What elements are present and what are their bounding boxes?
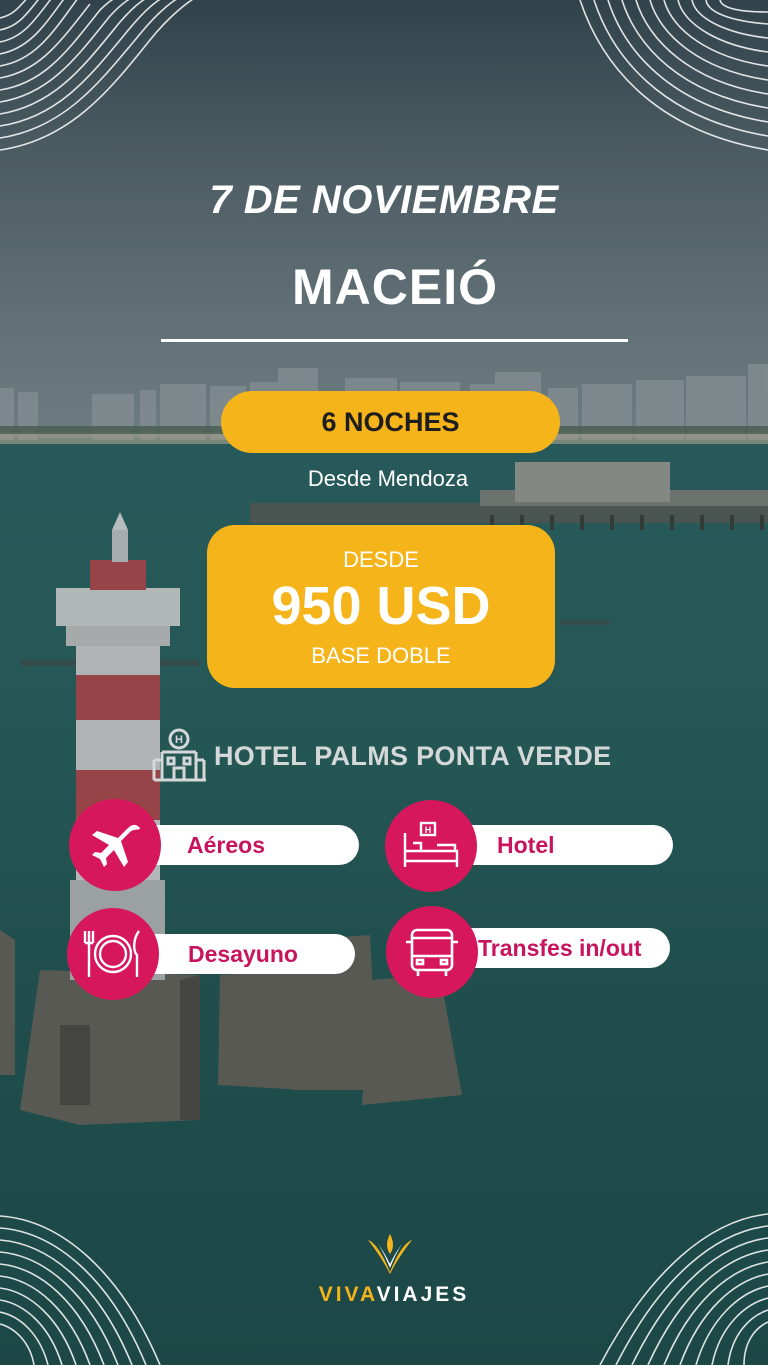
travel-date: 7 DE NOVIEMBRE [209,178,559,222]
brand-name-part2: VIAJES [376,1283,470,1306]
hotel-row: H HOTEL PALMS PONTA VERDE [152,728,611,784]
nights-badge: 6 NOCHES [221,391,560,453]
nights-label: 6 NOCHES [321,406,460,437]
wave-lines-top-right [579,0,768,151]
brand-name: VIVAVIAJES [0,1283,768,1307]
bus-icon [406,928,458,976]
brand-name-part1: VIVA [318,1283,377,1306]
viva-viajes-logo-icon [368,1234,412,1274]
include-flights-label: Aéreos [187,831,265,858]
include-hotel-label: Hotel [497,831,555,858]
include-transfers-label: Transfes in/out [478,934,642,961]
price-base-label: BASE DOBLE [311,643,451,668]
plate-cutlery-icon [83,930,141,977]
include-breakfast-label: Desayuno [188,940,298,967]
include-transfers-badge [386,906,478,998]
origin-text: Desde Mendoza [307,466,469,491]
include-hotel-badge: H [385,800,477,892]
destination-title: MACEIÓ [292,259,498,315]
price-box: DESDE 950 USD BASE DOBLE [207,525,555,688]
svg-text:H: H [425,825,432,835]
svg-text:H: H [175,734,183,746]
hotel-building-icon: H [152,728,206,782]
include-breakfast-badge [67,908,159,1000]
price-value: 950 USD [271,576,491,636]
title-divider [161,339,628,342]
wave-lines-top-left [0,0,194,151]
include-flights-badge [69,799,161,891]
price-from-label: DESDE [343,547,419,572]
bed-icon: H [403,821,459,867]
airplane-icon [92,824,141,867]
hotel-name: HOTEL PALMS PONTA VERDE [214,740,612,771]
